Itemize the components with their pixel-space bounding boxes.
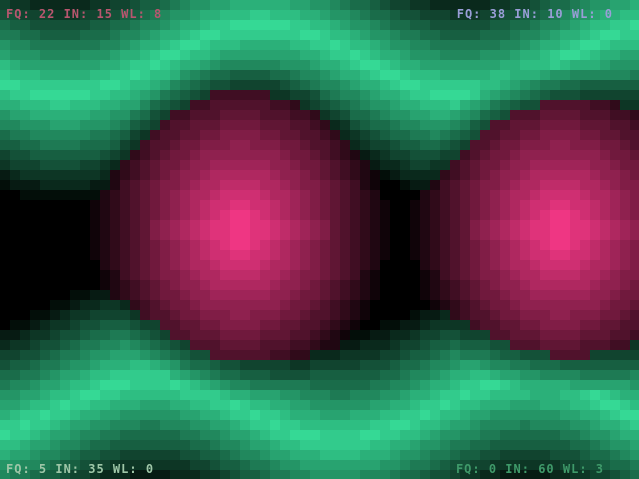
hud-bottom-left: FQ: 5 IN: 35 WL: 0	[6, 462, 155, 476]
plasma-demo-screen: FQ: 22 IN: 15 WL: 8 FQ: 38 IN: 10 WL: 0 …	[0, 0, 639, 479]
hud-top-right: FQ: 38 IN: 10 WL: 0	[456, 7, 613, 21]
hud-bottom-right: FQ: 0 IN: 60 WL: 3	[455, 462, 604, 476]
hud-top-left: FQ: 22 IN: 15 WL: 8	[6, 7, 163, 21]
plasma-canvas	[0, 0, 639, 479]
